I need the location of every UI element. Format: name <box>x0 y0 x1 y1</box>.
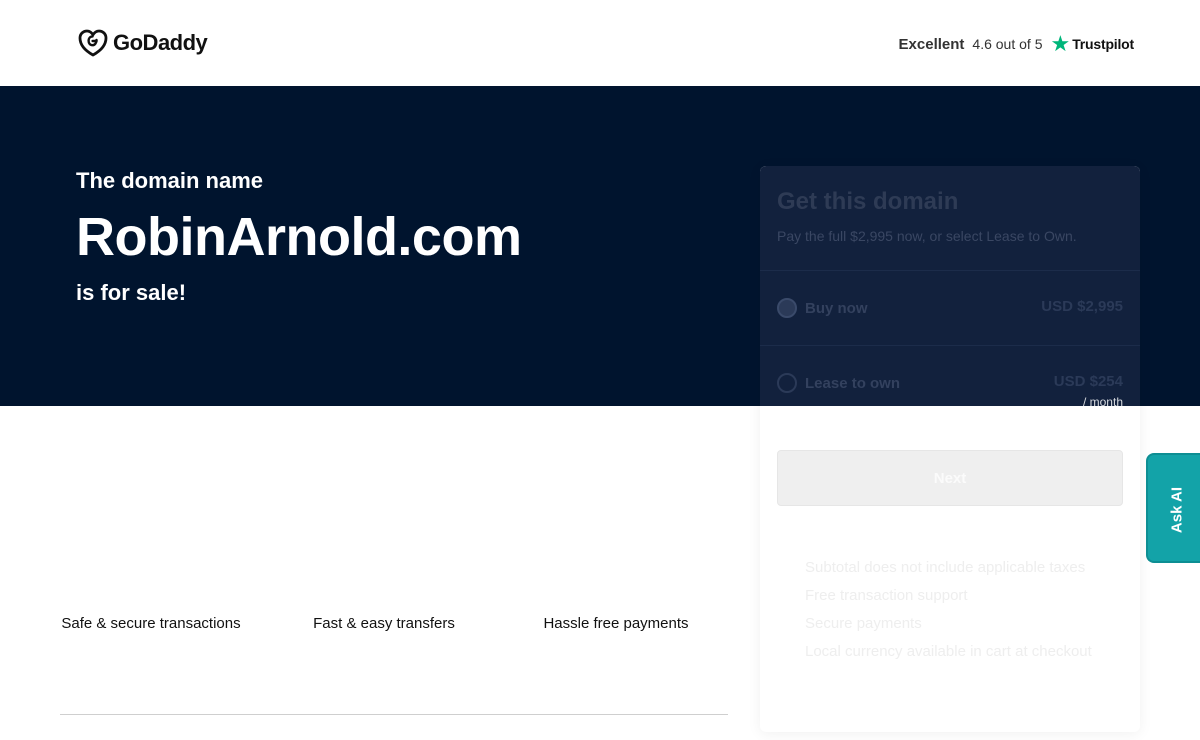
card-subtitle: Pay the full $2,995 now, or select Lease… <box>777 228 1077 244</box>
buy-now-price: USD $2,995 <box>1041 298 1123 315</box>
card-title: Get this domain <box>777 188 959 215</box>
note-local-currency: Local currency available in cart at chec… <box>805 643 1092 660</box>
section-divider <box>60 714 728 715</box>
rating-score: 4.6 out of 5 <box>972 36 1043 52</box>
feature-list: Safe & secure transactions Fast & easy t… <box>60 612 728 636</box>
buy-now-radio[interactable] <box>777 298 797 318</box>
site-header: GoDaddy Excellent 4.6 out of 5 ★ Trustpi… <box>0 0 1200 86</box>
option-lease-to-own[interactable]: Lease to own USD $254 / month <box>777 373 1123 409</box>
next-button[interactable]: Next <box>777 450 1123 506</box>
buy-now-label: Buy now <box>805 300 868 317</box>
note-secure-payments: Secure payments <box>805 615 922 632</box>
trustpilot-star-icon: ★ <box>1050 31 1071 56</box>
feature-hassle-free-payments: Hassle free payments <box>543 615 689 632</box>
lease-to-own-price: USD $254 <box>1053 373 1123 390</box>
trustpilot-name: Trustpilot <box>1072 36 1134 52</box>
hero-pre-text: The domain name <box>76 168 264 193</box>
hero-post-text: is for sale! <box>76 280 187 305</box>
lease-to-own-radio[interactable] <box>777 373 797 393</box>
feature-secure-transactions: Safe & secure transactions <box>61 615 241 632</box>
logo-text: GoDaddy <box>113 30 208 55</box>
domain-name-heading: RobinArnold.com <box>76 207 522 267</box>
lease-to-own-period: / month <box>1082 395 1123 409</box>
trustpilot-rating[interactable]: Excellent 4.6 out of 5 ★ Trustpilot <box>898 31 1135 56</box>
option-divider <box>760 345 1140 346</box>
feature-easy-transfers: Fast & easy transfers <box>313 615 455 632</box>
purchase-notes: Subtotal does not include applicable tax… <box>805 554 1092 666</box>
option-divider <box>760 270 1140 271</box>
purchase-card: Get this domain Pay the full $2,995 now,… <box>760 166 1140 732</box>
note-taxes: Subtotal does not include applicable tax… <box>805 559 1086 576</box>
lease-to-own-label: Lease to own <box>805 375 901 392</box>
note-transaction-support: Free transaction support <box>805 587 968 604</box>
option-buy-now[interactable]: Buy now USD $2,995 <box>777 298 1123 328</box>
godaddy-logo-icon <box>78 29 108 57</box>
ask-ai-label: Ask AI <box>1168 486 1186 534</box>
ask-ai-button[interactable]: Ask AI <box>1146 453 1200 563</box>
godaddy-logo[interactable]: GoDaddy <box>77 28 208 58</box>
rating-label: Excellent <box>898 35 965 53</box>
